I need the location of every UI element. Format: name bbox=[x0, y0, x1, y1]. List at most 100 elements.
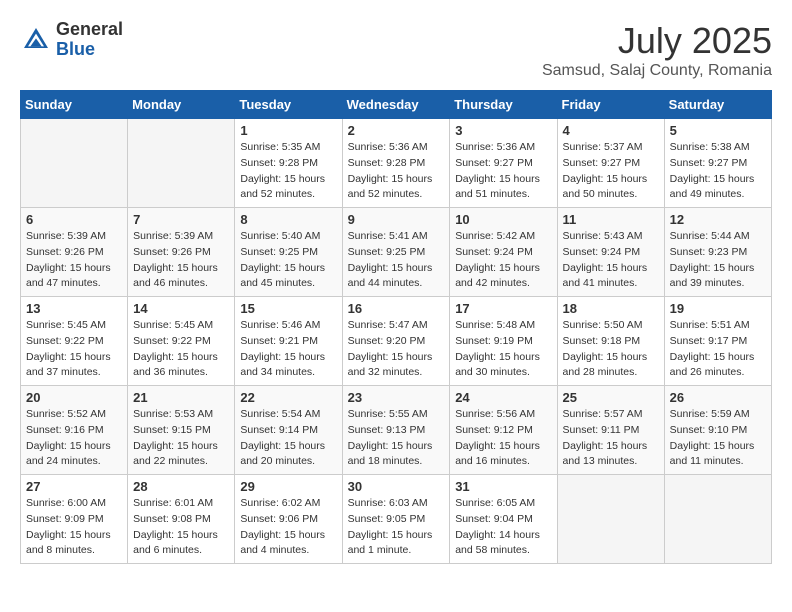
day-info: Sunrise: 5:41 AM Sunset: 9:25 PM Dayligh… bbox=[348, 229, 445, 292]
calendar-cell bbox=[21, 119, 128, 208]
calendar-cell: 26 Sunrise: 5:59 AM Sunset: 9:10 PM Dayli… bbox=[664, 386, 771, 475]
day-info: Sunrise: 6:03 AM Sunset: 9:05 PM Dayligh… bbox=[348, 496, 445, 559]
day-number: 19 bbox=[670, 301, 766, 316]
calendar-cell: 14 Sunrise: 5:45 AM Sunset: 9:22 PM Dayli… bbox=[128, 297, 235, 386]
day-info: Sunrise: 5:55 AM Sunset: 9:13 PM Dayligh… bbox=[348, 407, 445, 470]
day-number: 30 bbox=[348, 479, 445, 494]
day-number: 26 bbox=[670, 390, 766, 405]
day-info: Sunrise: 5:45 AM Sunset: 9:22 PM Dayligh… bbox=[133, 318, 229, 381]
day-info: Sunrise: 5:57 AM Sunset: 9:11 PM Dayligh… bbox=[563, 407, 659, 470]
logo-general: General bbox=[56, 20, 123, 40]
day-info: Sunrise: 5:36 AM Sunset: 9:28 PM Dayligh… bbox=[348, 140, 445, 203]
calendar-cell: 1Sunrise: 5:35 AM Sunset: 9:28 PM Daylig… bbox=[235, 119, 342, 208]
calendar-cell: 8Sunrise: 5:40 AM Sunset: 9:25 PM Daylig… bbox=[235, 208, 342, 297]
day-info: Sunrise: 5:39 AM Sunset: 9:26 PM Dayligh… bbox=[133, 229, 229, 292]
day-info: Sunrise: 5:36 AM Sunset: 9:27 PM Dayligh… bbox=[455, 140, 551, 203]
day-number: 15 bbox=[240, 301, 336, 316]
calendar-cell: 22 Sunrise: 5:54 AM Sunset: 9:14 PM Dayli… bbox=[235, 386, 342, 475]
day-number: 25 bbox=[563, 390, 659, 405]
calendar-header-saturday: Saturday bbox=[664, 91, 771, 119]
day-info: Sunrise: 5:37 AM Sunset: 9:27 PM Dayligh… bbox=[563, 140, 659, 203]
calendar-cell: 11Sunrise: 5:43 AM Sunset: 9:24 PM Dayli… bbox=[557, 208, 664, 297]
day-number: 5 bbox=[670, 123, 766, 138]
day-number: 4 bbox=[563, 123, 659, 138]
calendar-cell: 10 Sunrise: 5:42 AM Sunset: 9:24 PM Dayli… bbox=[450, 208, 557, 297]
calendar-week-row: 1Sunrise: 5:35 AM Sunset: 9:28 PM Daylig… bbox=[21, 119, 772, 208]
logo-icon bbox=[20, 24, 52, 56]
calendar-cell: 5Sunrise: 5:38 AM Sunset: 9:27 PM Daylig… bbox=[664, 119, 771, 208]
calendar-header-thursday: Thursday bbox=[450, 91, 557, 119]
day-info: Sunrise: 5:59 AM Sunset: 9:10 PM Dayligh… bbox=[670, 407, 766, 470]
calendar-header-row: SundayMondayTuesdayWednesdayThursdayFrid… bbox=[21, 91, 772, 119]
calendar-cell: 9 Sunrise: 5:41 AM Sunset: 9:25 PM Daylig… bbox=[342, 208, 450, 297]
calendar-cell: 19Sunrise: 5:51 AM Sunset: 9:17 PM Dayli… bbox=[664, 297, 771, 386]
calendar-cell: 28Sunrise: 6:01 AM Sunset: 9:08 PM Dayli… bbox=[128, 475, 235, 564]
calendar-header-monday: Monday bbox=[128, 91, 235, 119]
day-info: Sunrise: 5:48 AM Sunset: 9:19 PM Dayligh… bbox=[455, 318, 551, 381]
day-number: 16 bbox=[348, 301, 445, 316]
calendar-cell: 25 Sunrise: 5:57 AM Sunset: 9:11 PM Dayli… bbox=[557, 386, 664, 475]
day-info: Sunrise: 5:52 AM Sunset: 9:16 PM Dayligh… bbox=[26, 407, 122, 470]
calendar-cell: 15 Sunrise: 5:46 AM Sunset: 9:21 PM Dayli… bbox=[235, 297, 342, 386]
calendar-week-row: 6Sunrise: 5:39 AM Sunset: 9:26 PM Daylig… bbox=[21, 208, 772, 297]
calendar-cell: 27Sunrise: 6:00 AM Sunset: 9:09 PM Dayli… bbox=[21, 475, 128, 564]
calendar-cell: 23Sunrise: 5:55 AM Sunset: 9:13 PM Dayli… bbox=[342, 386, 450, 475]
day-number: 28 bbox=[133, 479, 229, 494]
calendar-week-row: 20 Sunrise: 5:52 AM Sunset: 9:16 PM Dayli… bbox=[21, 386, 772, 475]
calendar-table: SundayMondayTuesdayWednesdayThursdayFrid… bbox=[20, 90, 772, 564]
calendar-cell: 12 Sunrise: 5:44 AM Sunset: 9:23 PM Dayli… bbox=[664, 208, 771, 297]
calendar-cell: 24Sunrise: 5:56 AM Sunset: 9:12 PM Dayli… bbox=[450, 386, 557, 475]
day-number: 3 bbox=[455, 123, 551, 138]
day-info: Sunrise: 5:40 AM Sunset: 9:25 PM Dayligh… bbox=[240, 229, 336, 292]
day-number: 31 bbox=[455, 479, 551, 494]
day-number: 21 bbox=[133, 390, 229, 405]
calendar-cell: 7Sunrise: 5:39 AM Sunset: 9:26 PM Daylig… bbox=[128, 208, 235, 297]
day-number: 18 bbox=[563, 301, 659, 316]
day-info: Sunrise: 5:42 AM Sunset: 9:24 PM Dayligh… bbox=[455, 229, 551, 292]
calendar-week-row: 27Sunrise: 6:00 AM Sunset: 9:09 PM Dayli… bbox=[21, 475, 772, 564]
day-info: Sunrise: 5:50 AM Sunset: 9:18 PM Dayligh… bbox=[563, 318, 659, 381]
month-title: July 2025 bbox=[542, 20, 772, 62]
title-section: July 2025 Samsud, Salaj County, Romania bbox=[542, 20, 772, 80]
day-number: 22 bbox=[240, 390, 336, 405]
day-number: 29 bbox=[240, 479, 336, 494]
logo-blue: Blue bbox=[56, 40, 123, 60]
calendar-cell: 18 Sunrise: 5:50 AM Sunset: 9:18 PM Dayli… bbox=[557, 297, 664, 386]
day-number: 1 bbox=[240, 123, 336, 138]
calendar-week-row: 13 Sunrise: 5:45 AM Sunset: 9:22 PM Dayli… bbox=[21, 297, 772, 386]
calendar-cell: 4 Sunrise: 5:37 AM Sunset: 9:27 PM Daylig… bbox=[557, 119, 664, 208]
day-number: 27 bbox=[26, 479, 122, 494]
calendar-cell bbox=[664, 475, 771, 564]
day-info: Sunrise: 5:45 AM Sunset: 9:22 PM Dayligh… bbox=[26, 318, 122, 381]
day-info: Sunrise: 5:54 AM Sunset: 9:14 PM Dayligh… bbox=[240, 407, 336, 470]
day-number: 17 bbox=[455, 301, 551, 316]
logo: General Blue bbox=[20, 20, 123, 60]
day-info: Sunrise: 5:44 AM Sunset: 9:23 PM Dayligh… bbox=[670, 229, 766, 292]
calendar-cell: 2 Sunrise: 5:36 AM Sunset: 9:28 PM Daylig… bbox=[342, 119, 450, 208]
calendar-header-wednesday: Wednesday bbox=[342, 91, 450, 119]
day-number: 10 bbox=[455, 212, 551, 227]
day-number: 9 bbox=[348, 212, 445, 227]
calendar-cell: 20 Sunrise: 5:52 AM Sunset: 9:16 PM Dayli… bbox=[21, 386, 128, 475]
calendar-header-sunday: Sunday bbox=[21, 91, 128, 119]
calendar-cell: 3 Sunrise: 5:36 AM Sunset: 9:27 PM Daylig… bbox=[450, 119, 557, 208]
calendar-cell bbox=[557, 475, 664, 564]
day-number: 14 bbox=[133, 301, 229, 316]
calendar-cell: 31Sunrise: 6:05 AM Sunset: 9:04 PM Dayli… bbox=[450, 475, 557, 564]
day-info: Sunrise: 5:47 AM Sunset: 9:20 PM Dayligh… bbox=[348, 318, 445, 381]
calendar-cell: 6Sunrise: 5:39 AM Sunset: 9:26 PM Daylig… bbox=[21, 208, 128, 297]
calendar-header-tuesday: Tuesday bbox=[235, 91, 342, 119]
day-number: 2 bbox=[348, 123, 445, 138]
calendar-cell: 16 Sunrise: 5:47 AM Sunset: 9:20 PM Dayli… bbox=[342, 297, 450, 386]
day-info: Sunrise: 5:43 AM Sunset: 9:24 PM Dayligh… bbox=[563, 229, 659, 292]
calendar-cell: 29 Sunrise: 6:02 AM Sunset: 9:06 PM Dayli… bbox=[235, 475, 342, 564]
calendar-header-friday: Friday bbox=[557, 91, 664, 119]
calendar-body: 1Sunrise: 5:35 AM Sunset: 9:28 PM Daylig… bbox=[21, 119, 772, 564]
day-info: Sunrise: 5:46 AM Sunset: 9:21 PM Dayligh… bbox=[240, 318, 336, 381]
day-number: 13 bbox=[26, 301, 122, 316]
day-info: Sunrise: 6:02 AM Sunset: 9:06 PM Dayligh… bbox=[240, 496, 336, 559]
page-header: General Blue July 2025 Samsud, Salaj Cou… bbox=[20, 20, 772, 80]
day-number: 20 bbox=[26, 390, 122, 405]
calendar-cell: 30 Sunrise: 6:03 AM Sunset: 9:05 PM Dayli… bbox=[342, 475, 450, 564]
day-number: 12 bbox=[670, 212, 766, 227]
